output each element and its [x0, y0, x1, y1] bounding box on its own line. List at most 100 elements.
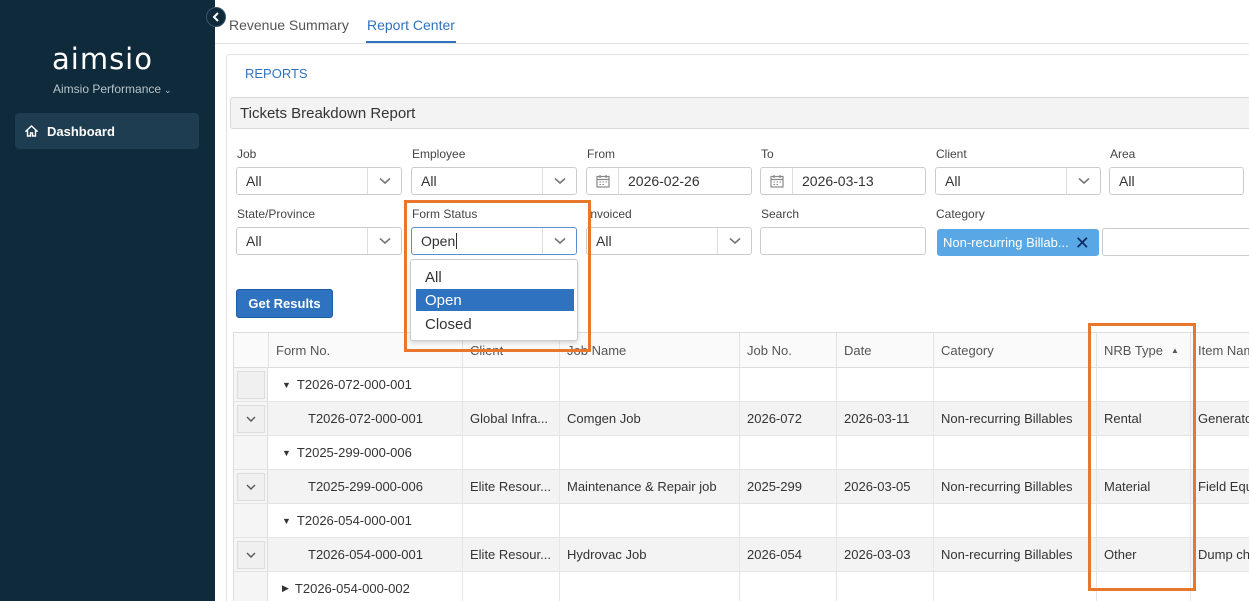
collapse-sidebar-button[interactable]	[206, 7, 226, 27]
empty-cell	[740, 368, 837, 401]
chevron-down-icon[interactable]	[236, 472, 265, 501]
option-closed[interactable]: Closed	[416, 313, 574, 335]
caret-right-icon[interactable]: ▶	[282, 583, 289, 594]
client-select[interactable]: All	[935, 167, 1101, 195]
empty-cell	[740, 572, 837, 601]
date-cell: 2026-03-11	[837, 402, 934, 435]
column-header-nrb-type[interactable]: NRB Type ▲	[1097, 333, 1191, 368]
table-group-row[interactable]: ▼ T2026-054-000-001	[234, 504, 1249, 538]
to-date-value: 2026-03-13	[802, 173, 874, 189]
row-gutter	[234, 470, 268, 503]
search-input[interactable]	[760, 227, 926, 255]
from-label: From	[587, 147, 615, 161]
empty-cell	[1097, 436, 1191, 469]
row-selector[interactable]	[236, 370, 265, 399]
table-group-row[interactable]: ▼ T2025-299-000-006	[234, 436, 1249, 470]
category-cell: Non-recurring Billables	[934, 538, 1097, 571]
report-selector[interactable]: Tickets Breakdown Report	[230, 97, 1249, 129]
reports-link[interactable]: REPORTS	[245, 66, 308, 81]
row-gutter	[234, 572, 268, 601]
form-status-text: Open	[421, 233, 456, 249]
to-date-field[interactable]: 2026-03-13	[760, 167, 926, 195]
empty-cell	[463, 504, 560, 537]
empty-cell	[560, 368, 740, 401]
state-province-value: All	[246, 233, 262, 249]
employee-select[interactable]: All	[411, 167, 577, 195]
chevron-down-icon	[542, 228, 576, 254]
to-label: To	[761, 147, 774, 161]
get-results-button[interactable]: Get Results	[236, 289, 333, 318]
group-cell: ▶ T2026-054-000-002	[269, 572, 463, 601]
sidebar-item-dashboard[interactable]: Dashboard	[15, 113, 199, 149]
item-name-cell: Field Equ	[1198, 479, 1249, 494]
state-province-select[interactable]: All	[236, 227, 402, 255]
area-select[interactable]: All	[1109, 167, 1244, 195]
column-header-date[interactable]: Date	[837, 333, 934, 368]
group-cell: ▼ T2026-072-000-001	[269, 368, 463, 401]
job-no-cell: 2026-054	[740, 538, 837, 571]
job-name-cell: Comgen Job	[560, 402, 740, 435]
column-header-category[interactable]: Category	[934, 333, 1097, 368]
table-row[interactable]: T2026-072-000-001 Global Infra... Comgen…	[234, 402, 1249, 436]
chevron-down-icon[interactable]	[236, 404, 265, 433]
caret-down-icon[interactable]: ▼	[282, 380, 291, 390]
date-cell: 2026-03-05	[837, 470, 934, 503]
chevron-left-icon	[212, 12, 219, 22]
job-label: Job	[237, 147, 257, 161]
column-header-job-no[interactable]: Job No.	[740, 333, 837, 368]
category-select[interactable]	[1102, 228, 1249, 256]
caret-down-icon[interactable]: ▼	[282, 448, 291, 458]
from-date-field[interactable]: 2026-02-26	[586, 167, 752, 195]
tab-report-center[interactable]: Report Center	[367, 17, 455, 33]
home-icon	[25, 125, 38, 137]
client-cell: Elite Resour...	[463, 538, 560, 571]
from-date-value: 2026-02-26	[628, 173, 700, 189]
calendar-icon[interactable]	[761, 168, 793, 194]
area-label: Area	[1110, 147, 1136, 161]
empty-cell	[837, 504, 934, 537]
close-icon[interactable]: ✕	[1075, 234, 1090, 252]
chevron-down-icon	[367, 168, 401, 194]
column-header-item-name[interactable]: Item Nam	[1191, 333, 1249, 368]
group-cell: ▼ T2026-054-000-001	[269, 504, 463, 537]
invoiced-select[interactable]: All	[586, 227, 752, 255]
org-name: Aimsio Performance	[53, 82, 162, 96]
table-group-row[interactable]: ▶ T2026-054-000-002	[234, 572, 1249, 601]
job-no-cell: 2025-299	[740, 470, 837, 503]
chevron-down-icon	[367, 228, 401, 254]
group-cell: ▼ T2025-299-000-006	[269, 436, 463, 469]
job-select[interactable]: All	[236, 167, 402, 195]
active-tab-indicator	[366, 41, 456, 43]
client-cell: Global Infra...	[463, 402, 560, 435]
category-chip-label: Non-recurring Billab...	[943, 235, 1069, 250]
item-name-cell: Dump ch	[1198, 547, 1249, 562]
form-status-select[interactable]: Open	[411, 227, 577, 255]
group-label: T2026-072-000-001	[296, 377, 412, 392]
caret-down-icon[interactable]: ▼	[282, 516, 291, 526]
form-status-value: Open	[412, 233, 542, 249]
empty-cell	[1097, 572, 1191, 601]
client-cell: Elite Resour...	[463, 470, 560, 503]
option-open[interactable]: Open	[416, 289, 574, 311]
job-name-cell: Maintenance & Repair job	[560, 470, 740, 503]
option-all[interactable]: All	[416, 266, 574, 288]
empty-cell	[837, 368, 934, 401]
table-group-row[interactable]: ▼ T2026-072-000-001	[234, 368, 1249, 402]
tab-revenue-summary[interactable]: Revenue Summary	[229, 17, 349, 33]
table-row[interactable]: T2025-299-000-006 Elite Resour... Mainte…	[234, 470, 1249, 504]
employee-label: Employee	[412, 147, 466, 161]
top-tabs: Revenue Summary Report Center	[215, 0, 1249, 44]
results-table: Form No. Client Job Name Job No. Date Ca…	[233, 332, 1249, 601]
nrb-type-header-label: NRB Type	[1104, 342, 1164, 358]
client-value: All	[945, 173, 961, 189]
org-switcher[interactable]: Aimsio Performance ⌄	[53, 82, 172, 96]
column-header-job-name[interactable]: Job Name	[560, 333, 740, 368]
invoiced-value: All	[596, 233, 612, 249]
job-no-cell: 2026-072	[740, 402, 837, 435]
aimsio-logo[interactable]: aimsio	[52, 42, 153, 76]
empty-cell	[463, 368, 560, 401]
calendar-icon[interactable]	[587, 168, 619, 194]
table-row[interactable]: T2026-054-000-001 Elite Resour... Hydrov…	[234, 538, 1249, 572]
row-gutter	[234, 368, 268, 401]
chevron-down-icon[interactable]	[236, 540, 265, 569]
